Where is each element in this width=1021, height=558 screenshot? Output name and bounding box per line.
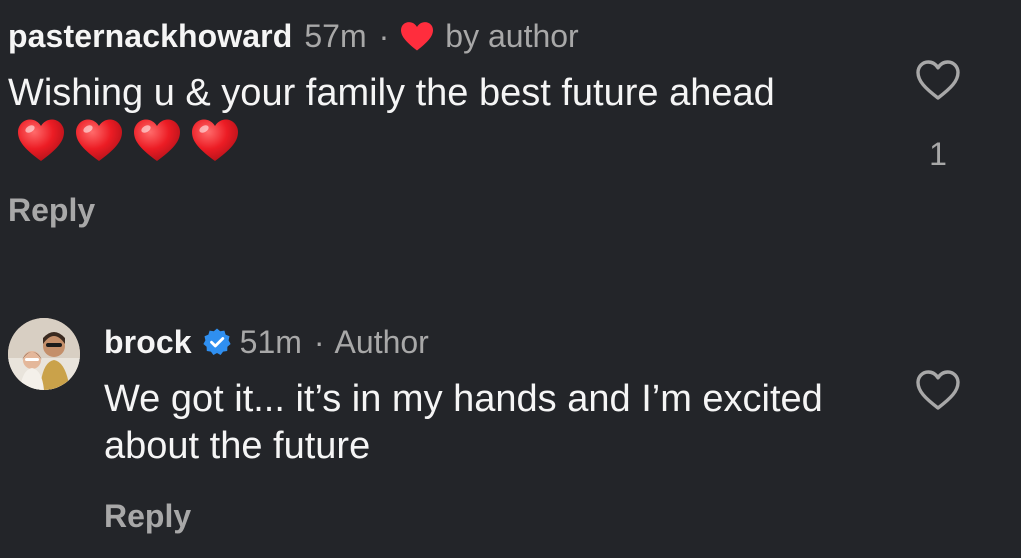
avatar[interactable] [8, 318, 80, 390]
red-heart-emoji [76, 119, 122, 161]
red-heart-emoji [134, 119, 180, 161]
comment-header: brock 51m · Author [104, 322, 429, 362]
red-heart-emoji [18, 119, 64, 161]
verified-badge-icon [202, 327, 232, 357]
liked-by-author-label: by author [445, 17, 579, 54]
comment: brock 51m · Author We got it... it’s in … [8, 306, 1013, 556]
author-badge: Author [334, 323, 429, 360]
separator-dot: · [378, 17, 390, 54]
comment-header: pasternackhoward 57m · by author [8, 16, 579, 56]
comment-text: We got it... it’s in my hands and I’m ex… [104, 378, 823, 467]
heart-outline-icon[interactable] [914, 368, 962, 412]
like-count: 1 [929, 136, 947, 172]
comment-timestamp: 51m [239, 323, 302, 360]
heart-outline-icon[interactable] [914, 58, 962, 102]
comment-timestamp: 57m [304, 17, 367, 54]
comment-username[interactable]: pasternackhoward [8, 18, 292, 55]
reply-button[interactable]: Reply [104, 498, 191, 535]
separator-dot: · [313, 323, 325, 360]
comment-text: Wishing u & your family the best future … [8, 70, 828, 167]
reply-button[interactable]: Reply [8, 192, 95, 229]
red-heart-emoji [192, 119, 238, 161]
comment-text-content: Wishing u & your family the best future … [8, 72, 775, 114]
emoji-group [8, 119, 240, 164]
comment-username[interactable]: brock [104, 324, 192, 361]
comment: pasternackhoward 57m · by author Wishing… [8, 0, 1013, 250]
heart-filled-icon [399, 20, 435, 52]
